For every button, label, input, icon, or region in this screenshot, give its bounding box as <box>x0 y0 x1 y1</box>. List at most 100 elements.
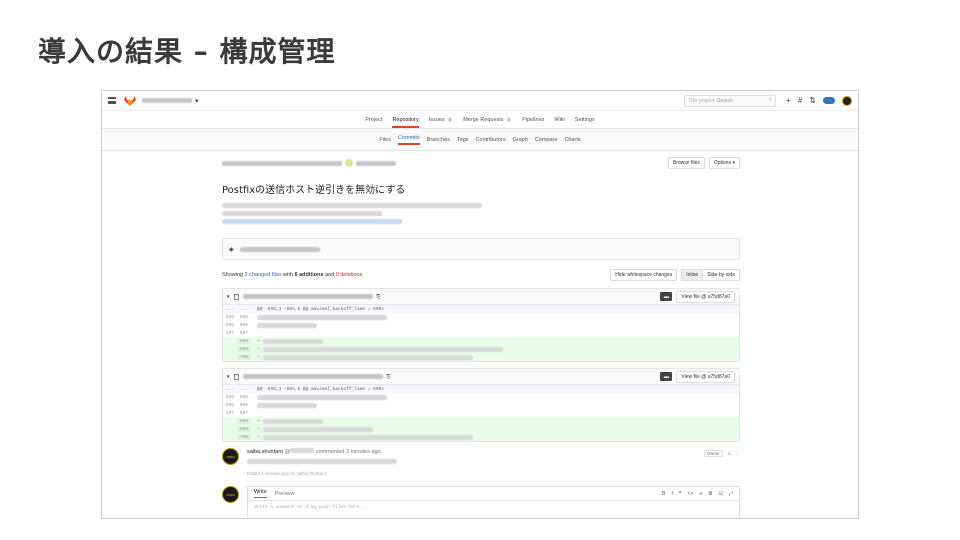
issues-count-badge: 0 <box>446 116 454 122</box>
subtab-compare[interactable]: Compare <box>535 137 558 143</box>
view-file-button[interactable]: View file @ a75d87a0 <box>676 290 735 303</box>
comment-time: commented 3 minutes ago <box>315 449 381 455</box>
comment-edited: Edited 4 minutes ago by saiba,shuntaro <box>247 471 327 476</box>
changed-files-link[interactable]: 2 changed files <box>245 272 282 278</box>
chevron-down-icon[interactable]: ▾ <box>195 97 199 105</box>
merge-requests-count-badge: 0 <box>505 116 513 122</box>
toggle-icon[interactable] <box>823 97 835 104</box>
hide-whitespace-button[interactable]: Hide whitespace changes <box>610 269 678 281</box>
diff-context-line: 696 696 <box>223 401 739 409</box>
current-user-avatar: OPEN <box>222 486 239 503</box>
more-actions-icon[interactable]: ⋮ <box>736 451 741 457</box>
diff-context-line: 697 697 <box>225 330 248 336</box>
numbered-list-icon[interactable]: ≣ <box>708 491 712 497</box>
search-input[interactable]: This project Search ⌕ <box>684 94 777 107</box>
project-name-redacted[interactable] <box>142 98 192 103</box>
tab-preview[interactable]: Preview <box>275 491 295 497</box>
gitlab-logo-icon[interactable] <box>124 95 136 106</box>
tab-pipelines[interactable]: Pipelines <box>522 112 544 128</box>
commit-content: Browse files Options ▾ Postfixの送信ホスト逆引きを… <box>222 155 741 518</box>
description-line <box>222 203 482 208</box>
comment-text-redacted <box>247 459 397 464</box>
diff-file-header: ▾ ⎘ ▬ View file @ a75d87a0 <box>223 289 739 305</box>
diff-context-line: 697 697 <box>225 410 248 416</box>
subtab-contributors[interactable]: Contributors <box>476 137 506 143</box>
hamburger-menu-icon[interactable] <box>108 97 116 104</box>
description-link-line <box>222 219 402 224</box>
collapse-icon[interactable]: ▾ <box>227 294 230 300</box>
fullscreen-icon[interactable]: ⤢ <box>729 491 733 497</box>
emoji-icon[interactable]: ☺ <box>727 451 732 456</box>
side-by-side-button[interactable]: Side-by-side <box>702 269 740 281</box>
diff-file-header: ▾ ⎘ ▬ View file @ a75d87a0 <box>223 369 739 385</box>
plus-icon[interactable]: + <box>786 96 791 105</box>
subtab-charts[interactable]: Charts <box>564 137 580 143</box>
tab-issues-label: Issues <box>428 116 445 123</box>
comment-textarea[interactable]: Write a comment or drag your files here.… <box>248 501 739 514</box>
commit-info-redacted <box>222 160 342 166</box>
hunk-header: @@ -695,3 +695,6 @@ maximal_backoff_time… <box>257 386 384 392</box>
subtab-graph[interactable]: Graph <box>513 137 528 143</box>
tab-repository[interactable]: Repository <box>392 112 419 128</box>
bold-icon[interactable]: B <box>662 491 665 497</box>
commit-header-row: Browse files Options ▾ <box>222 155 740 171</box>
top-navbar: ▾ This project Search ⌕ + # ⇅ <box>102 91 858 111</box>
task-list-icon[interactable]: ☑ <box>719 491 723 497</box>
subtab-branches[interactable]: Branches <box>427 137 450 143</box>
diff-stats: Showing 2 changed files with 6 additions… <box>222 268 740 282</box>
subtab-files[interactable]: Files <box>379 137 391 143</box>
comment-author[interactable]: saiba,shuntaro <box>247 449 283 455</box>
tab-wiki[interactable]: Wiki <box>554 112 564 128</box>
subnav: Files Commits Branches Tags Contributors… <box>102 129 858 151</box>
gitlab-screenshot: ▾ This project Search ⌕ + # ⇅ Project Re… <box>101 90 859 519</box>
file-icon <box>233 293 239 300</box>
comment-username-redacted[interactable] <box>290 448 315 453</box>
tab-write[interactable]: Write <box>254 489 267 498</box>
italic-icon[interactable]: I <box>671 491 672 497</box>
file-diff: ▾ ⎘ ▬ View file @ a75d87a0 ...... @@ -695… <box>222 288 740 362</box>
comment-avatar[interactable]: OPEN <box>222 448 239 465</box>
code-icon[interactable]: <> <box>688 491 694 497</box>
quote-icon[interactable]: ❞ <box>679 491 682 497</box>
hash-icon[interactable]: # <box>798 96 802 105</box>
repository-nav: Project Repository Issues 0 Merge Request… <box>102 111 858 129</box>
merge-request-icon[interactable]: ⇅ <box>809 96 816 105</box>
additions-count: 6 additions <box>294 272 324 278</box>
comment-editor: Write Preview B I ❞ <> ≡ ≣ ☑ ⤢ Write a c… <box>247 486 740 518</box>
comment-toggle-icon[interactable]: ▬ <box>660 292 673 301</box>
inline-view-button[interactable]: Inline <box>681 269 704 281</box>
search-placeholder: Search <box>717 97 733 104</box>
options-button[interactable]: Options ▾ <box>708 157 740 169</box>
diff-added-line: 698 + <box>223 417 739 425</box>
diff-added-line: 700 + <box>223 353 739 361</box>
tab-settings[interactable]: Settings <box>575 112 595 128</box>
diff-context-line: 696 696 <box>223 321 739 329</box>
file-diff: ▾ ⎘ ▬ View file @ a75d87a0 ...... @@ -695… <box>222 368 740 442</box>
comment-toggle-icon[interactable]: ▬ <box>660 372 673 381</box>
subtab-tags[interactable]: Tags <box>457 137 469 143</box>
tab-merge-requests[interactable]: Merge Requests 0 <box>463 112 513 128</box>
author-avatar-redacted <box>345 159 353 167</box>
view-file-button[interactable]: View file @ a75d87a0 <box>676 370 735 383</box>
stats-showing: Showing <box>222 272 244 278</box>
bullet-list-icon[interactable]: ≡ <box>699 491 702 497</box>
diff-hunk-line: ...... @@ -695,3 +695,6 @@ maximal_backof… <box>223 305 739 313</box>
file-path-redacted <box>242 374 383 379</box>
copy-icon[interactable]: ⎘ <box>387 374 391 380</box>
user-avatar[interactable] <box>842 95 852 106</box>
tab-issues[interactable]: Issues 0 <box>428 112 454 128</box>
tab-project[interactable]: Project <box>365 112 382 128</box>
collapse-icon[interactable]: ▾ <box>227 374 230 380</box>
stats-and: and <box>325 272 335 278</box>
commit-sha-redacted[interactable] <box>239 246 320 252</box>
commit-icon: ◆ <box>229 246 234 253</box>
description-line <box>222 211 382 216</box>
search-icon: ⌕ <box>768 97 773 103</box>
owner-badge: Owner <box>703 450 723 457</box>
copy-icon[interactable]: ⎘ <box>377 294 381 300</box>
subtab-commits[interactable]: Commits <box>397 135 420 145</box>
browse-files-button[interactable]: Browse files <box>667 157 705 169</box>
diff-hunk-line: ...... @@ -695,3 +695,6 @@ maximal_backof… <box>223 385 739 393</box>
hunk-header: @@ -695,3 +695,6 @@ maximal_backoff_time… <box>257 306 384 312</box>
diff-context-line: 695 695 <box>223 313 739 321</box>
